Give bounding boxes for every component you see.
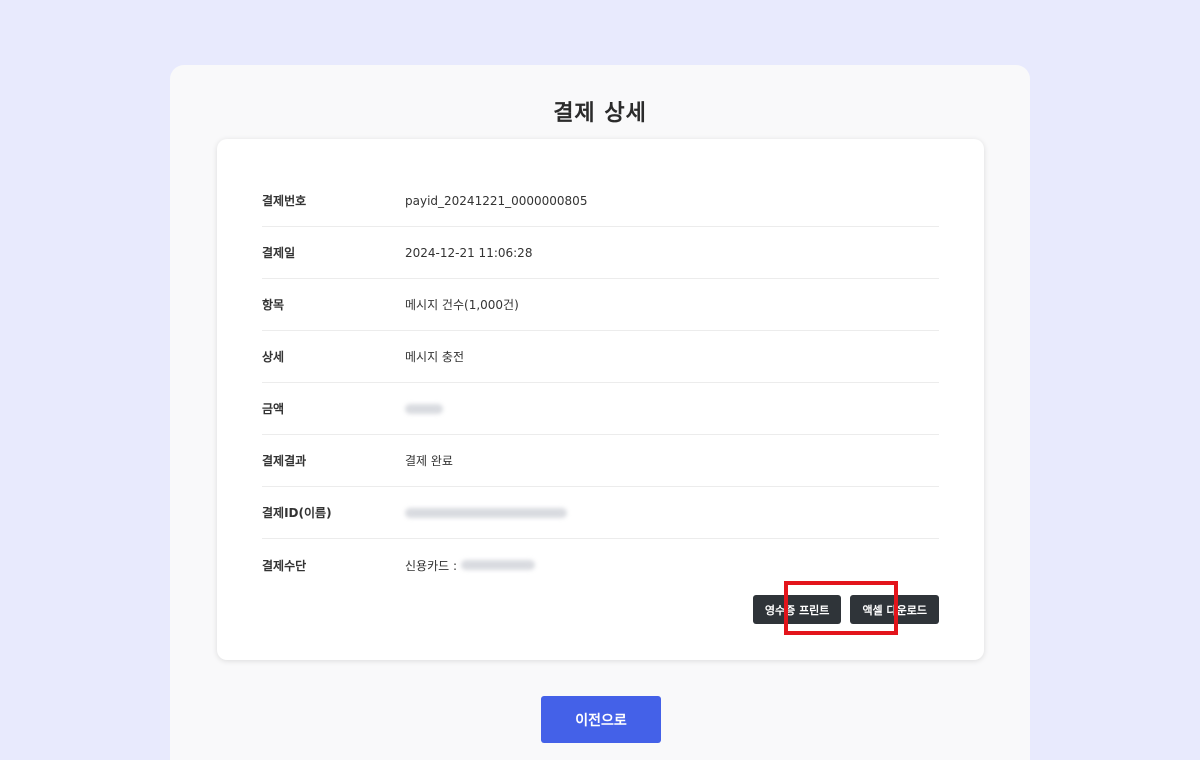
row-value: 메시지 충전 — [405, 350, 465, 364]
detail-panel: 결제 상세 결제번호 payid_20241221_0000000805 결제일… — [170, 65, 1030, 760]
row-label: 항목 — [262, 298, 285, 312]
detail-row-item: 항목 메시지 건수(1,000건) — [262, 279, 939, 331]
detail-row-result: 결제결과 결제 완료 — [262, 435, 939, 487]
detail-row-amount: 금액 — [262, 383, 939, 435]
row-value-redacted — [405, 403, 443, 414]
row-label: 결제일 — [262, 246, 296, 260]
row-label: 결제번호 — [262, 194, 307, 208]
redacted-amount — [405, 403, 443, 414]
previous-button[interactable]: 이전으로 — [541, 696, 661, 743]
redacted-card-number — [461, 560, 536, 570]
detail-list: 결제번호 payid_20241221_0000000805 결제일 2024-… — [262, 175, 939, 591]
detail-row-payer-id: 결제ID(이름) — [262, 487, 939, 539]
row-value: 2024-12-21 11:06:28 — [405, 245, 533, 260]
detail-row-description: 상세 메시지 충전 — [262, 331, 939, 383]
payment-method-text: 신용카드 : — [405, 558, 458, 573]
payment-detail-card: 결제번호 payid_20241221_0000000805 결제일 2024-… — [217, 139, 984, 660]
page-background: 결제 상세 결제번호 payid_20241221_0000000805 결제일… — [0, 0, 1200, 760]
redacted-payer-id — [405, 507, 567, 518]
row-value: 결제 완료 — [405, 454, 453, 468]
excel-download-button[interactable]: 액셀 다운로드 — [850, 595, 939, 624]
print-receipt-button[interactable]: 영수증 프린트 — [752, 595, 842, 624]
row-label: 결제수단 — [262, 558, 307, 573]
detail-row-payment-method: 결제수단 신용카드 : — [262, 539, 939, 591]
row-label: 금액 — [262, 402, 285, 416]
row-label: 결제결과 — [262, 454, 307, 468]
card-actions: 영수증 프린트 액셀 다운로드 — [752, 595, 939, 624]
row-value: 신용카드 : — [405, 557, 536, 574]
row-value-redacted — [405, 507, 567, 518]
row-value: 메시지 건수(1,000건) — [405, 298, 519, 312]
row-label: 결제ID(이름) — [262, 506, 332, 520]
detail-row-payment-date: 결제일 2024-12-21 11:06:28 — [262, 227, 939, 279]
row-label: 상세 — [262, 350, 285, 364]
detail-row-payment-number: 결제번호 payid_20241221_0000000805 — [262, 175, 939, 227]
row-value: payid_20241221_0000000805 — [405, 193, 588, 208]
page-title: 결제 상세 — [553, 101, 647, 126]
